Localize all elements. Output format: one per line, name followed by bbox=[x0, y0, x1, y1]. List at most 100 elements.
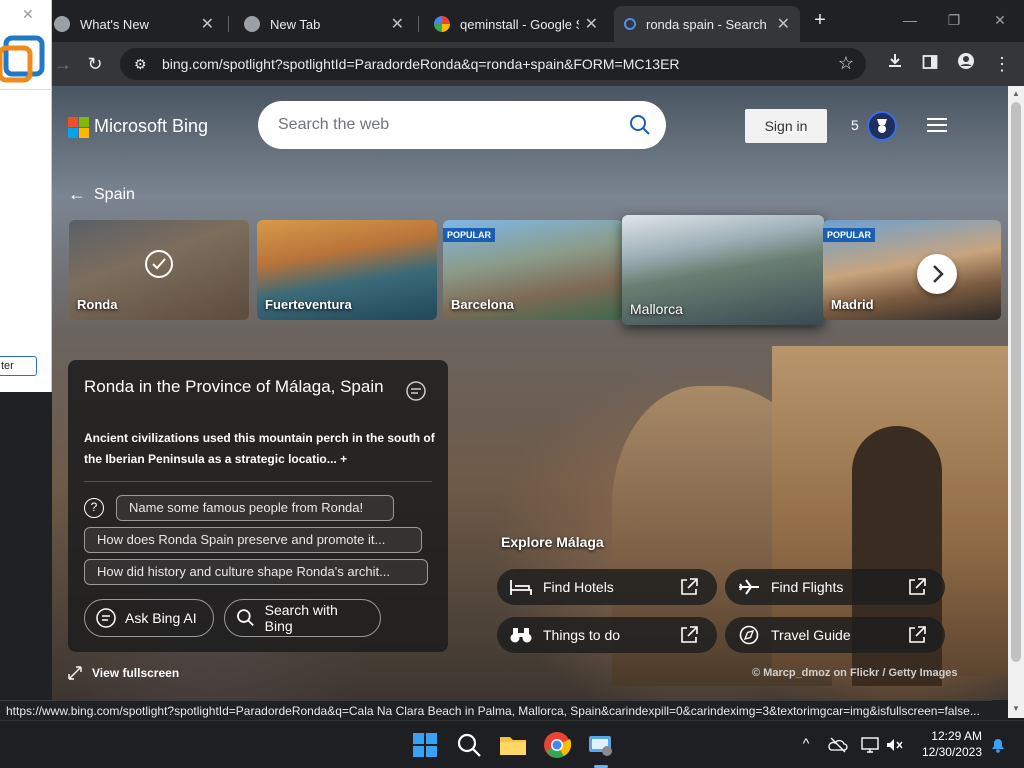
clock-date: 12/30/2023 bbox=[921, 745, 982, 759]
volume-muted-icon[interactable] bbox=[884, 735, 904, 755]
virtual-machine-app-icon[interactable] bbox=[586, 730, 616, 760]
popular-badge: POPULAR bbox=[443, 228, 496, 242]
question-pill-2[interactable]: How does Ronda Spain preserve and promot… bbox=[84, 527, 422, 553]
page-scrollbar[interactable]: ▲ ▼ bbox=[1008, 86, 1024, 718]
expand-more-button[interactable]: + bbox=[340, 452, 347, 466]
side-window-button[interactable]: ter bbox=[0, 356, 37, 376]
bookmark-star-icon[interactable]: ☆ bbox=[838, 53, 854, 74]
desktop: What's New ✕ New Tab ✕ qeminstall - Goog… bbox=[0, 0, 1024, 768]
scroll-up-icon[interactable]: ▲ bbox=[1011, 89, 1021, 99]
tab-separator bbox=[418, 16, 419, 32]
link-label: Find Flights bbox=[771, 579, 844, 595]
menu-kebab-icon[interactable]: ⋮ bbox=[989, 51, 1015, 77]
card-label: Ronda bbox=[77, 297, 118, 312]
microsoft-bing-logo[interactable]: Microsoft Bing bbox=[68, 116, 209, 138]
tab-ronda-spain[interactable]: ronda spain - Search ✕ bbox=[614, 6, 800, 42]
scroll-thumb[interactable] bbox=[1011, 102, 1021, 662]
chrome-icon bbox=[244, 16, 260, 32]
tab-whats-new[interactable]: What's New ✕ bbox=[44, 6, 224, 42]
card-mallorca[interactable]: Mallorca bbox=[622, 215, 824, 325]
back-arrow-icon: ← bbox=[68, 184, 86, 204]
tab-qeminstall[interactable]: qeminstall - Google Se ✕ bbox=[424, 6, 608, 42]
info-description: Ancient civilizations used this mountain… bbox=[84, 428, 436, 470]
rewards-medal-icon[interactable] bbox=[867, 111, 897, 141]
background-app-window[interactable]: ✕ ter bbox=[0, 0, 52, 392]
things-to-do-button[interactable]: Things to do bbox=[497, 617, 717, 653]
card-barcelona[interactable]: POPULAR Barcelona bbox=[443, 220, 623, 320]
site-info-icon[interactable]: ⚙ bbox=[134, 56, 152, 73]
side-panel-icon[interactable] bbox=[917, 51, 943, 77]
chat-bubble-icon bbox=[96, 608, 116, 628]
external-link-icon bbox=[909, 626, 926, 643]
external-link-icon bbox=[909, 578, 926, 595]
microsoft-logo-icon bbox=[68, 116, 89, 138]
network-icon[interactable] bbox=[860, 735, 880, 755]
profile-icon[interactable] bbox=[953, 51, 979, 77]
hamburger-menu-icon[interactable] bbox=[927, 118, 947, 134]
divider bbox=[0, 89, 52, 90]
search-box[interactable] bbox=[258, 101, 666, 149]
back-to-spain[interactable]: ← Spain bbox=[68, 184, 135, 205]
card-ronda[interactable]: Ronda bbox=[69, 220, 249, 320]
reload-icon[interactable]: ↻ bbox=[82, 51, 108, 77]
minimize-icon[interactable]: — bbox=[898, 8, 922, 32]
search-icon bbox=[237, 609, 254, 627]
ask-label: Ask Bing AI bbox=[125, 610, 197, 626]
windows-taskbar: ^ 12:29 AM 12/30/2023 bbox=[0, 720, 1024, 768]
fullscreen-label: View fullscreen bbox=[92, 666, 180, 680]
tab-label: qeminstall - Google Se bbox=[460, 16, 579, 32]
card-label: Fuerteventura bbox=[265, 297, 352, 312]
chevron-up-icon[interactable]: ^ bbox=[796, 735, 816, 755]
search-icon[interactable] bbox=[454, 730, 484, 760]
card-label: Mallorca bbox=[630, 301, 683, 317]
sign-in-button[interactable]: Sign in bbox=[745, 109, 827, 143]
expand-icon bbox=[68, 666, 82, 680]
system-clock[interactable]: 12:29 AM 12/30/2023 bbox=[912, 728, 982, 760]
question-pill-3[interactable]: How did history and culture shape Ronda'… bbox=[84, 559, 428, 585]
chrome-icon[interactable] bbox=[542, 730, 572, 760]
tab-label: New Tab bbox=[270, 16, 321, 32]
external-link-icon bbox=[681, 578, 698, 595]
carousel-next-button[interactable] bbox=[917, 254, 957, 294]
ask-bing-ai-button[interactable]: Ask Bing AI bbox=[84, 599, 214, 637]
address-bar[interactable]: ⚙ bing.com/spotlight?spotlightId=Parador… bbox=[120, 48, 866, 80]
search-input[interactable] bbox=[278, 113, 618, 137]
restore-icon[interactable]: ❐ bbox=[942, 8, 966, 32]
binoculars-icon bbox=[510, 628, 532, 643]
status-bar-url: https://www.bing.com/spotlight?spotlight… bbox=[0, 700, 992, 720]
windows-start-icon[interactable] bbox=[410, 730, 440, 760]
chat-bubble-icon[interactable] bbox=[404, 380, 428, 404]
bing-search-icon bbox=[624, 18, 636, 30]
forward-icon[interactable]: → bbox=[50, 51, 76, 77]
rewards-points[interactable]: 5 bbox=[851, 117, 859, 133]
question-icon: ? bbox=[84, 498, 104, 518]
search-icon[interactable] bbox=[628, 113, 652, 137]
logo-text: Microsoft Bing bbox=[94, 116, 209, 136]
close-icon[interactable]: ✕ bbox=[201, 14, 214, 34]
tab-new-tab[interactable]: New Tab ✕ bbox=[234, 6, 414, 42]
travel-guide-button[interactable]: Travel Guide bbox=[725, 617, 945, 653]
view-fullscreen-button[interactable]: View fullscreen bbox=[68, 666, 179, 680]
card-madrid[interactable]: POPULAR Madrid bbox=[823, 220, 1001, 320]
close-icon[interactable]: ✕ bbox=[585, 14, 598, 34]
close-icon[interactable]: ✕ bbox=[391, 14, 404, 34]
question-pill-1[interactable]: Name some famous people from Ronda! bbox=[116, 495, 394, 521]
download-icon[interactable] bbox=[882, 51, 908, 77]
file-explorer-icon[interactable] bbox=[498, 730, 528, 760]
search-with-bing-button[interactable]: Search with Bing bbox=[224, 599, 381, 637]
chevron-right-icon bbox=[933, 265, 944, 283]
link-label: Travel Guide bbox=[771, 627, 851, 643]
ronda-info-panel: Ronda in the Province of Málaga, Spain A… bbox=[68, 360, 448, 652]
find-hotels-button[interactable]: Find Hotels bbox=[497, 569, 717, 605]
find-flights-button[interactable]: Find Flights bbox=[725, 569, 945, 605]
card-label: Madrid bbox=[831, 297, 874, 312]
scroll-down-icon[interactable]: ▼ bbox=[1011, 704, 1021, 714]
card-fuerteventura[interactable]: Fuerteventura bbox=[257, 220, 437, 320]
close-icon[interactable]: ✕ bbox=[777, 14, 790, 34]
close-icon[interactable]: ✕ bbox=[22, 6, 34, 23]
close-window-icon[interactable]: ✕ bbox=[988, 8, 1012, 32]
notification-bell-icon[interactable] bbox=[988, 735, 1008, 755]
virtualbox-logo-icon bbox=[0, 35, 45, 83]
new-tab-button[interactable]: + bbox=[808, 8, 832, 32]
onedrive-icon[interactable] bbox=[828, 735, 848, 755]
